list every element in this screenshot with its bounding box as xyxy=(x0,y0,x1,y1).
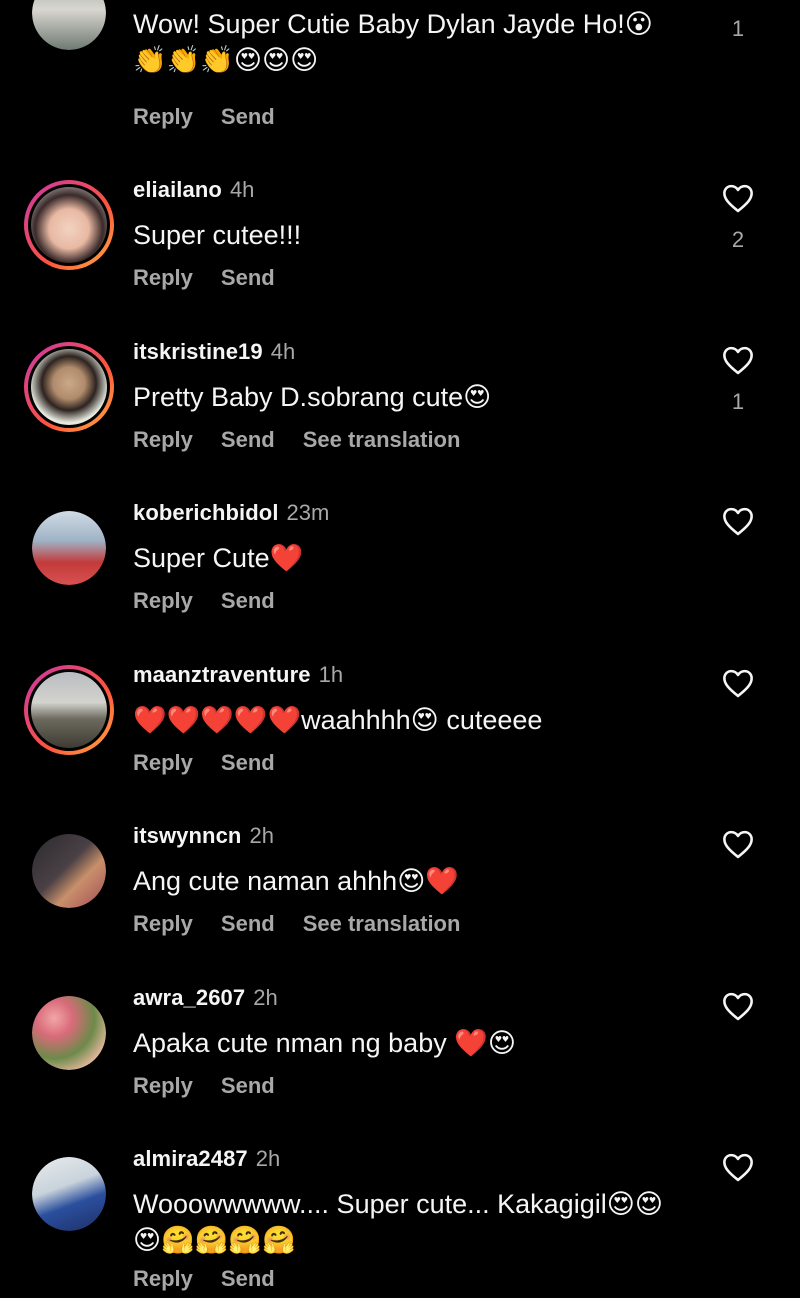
heart-outline-icon[interactable] xyxy=(721,183,755,213)
avatar[interactable] xyxy=(32,511,106,585)
see-translation-button[interactable]: See translation xyxy=(303,911,461,936)
comment-text: ❤️❤️❤️❤️❤️waahhhh😍 cuteeee xyxy=(133,705,543,735)
comment-meta: itskristine19 4h xyxy=(133,339,295,365)
comment-meta: awra_2607 2h xyxy=(133,985,278,1011)
comment-meta: maanztraventure 1h xyxy=(133,662,343,688)
reply-button[interactable]: Reply xyxy=(133,1073,193,1098)
reply-button[interactable]: Reply xyxy=(133,750,193,775)
username-link[interactable]: awra_2607 xyxy=(133,985,245,1010)
like-count: 1 xyxy=(731,389,745,414)
comment-actions: Reply Send xyxy=(133,1266,303,1292)
comment-actions: Reply Send xyxy=(133,588,303,614)
comment-text: Wooowwwww.... Super cute... Kakagigil😍😍 … xyxy=(133,1189,664,1256)
avatar[interactable] xyxy=(24,665,114,755)
comment-meta: koberichbidol 23m xyxy=(133,500,329,526)
reply-button[interactable]: Reply xyxy=(133,265,193,290)
heart-outline-icon[interactable] xyxy=(721,345,755,375)
comment-text: Apaka cute nman ng baby ❤️😍 xyxy=(133,1028,516,1058)
comment-meta: almira2487 2h xyxy=(133,1146,280,1172)
comment-actions: Reply Send xyxy=(133,1073,303,1099)
username-link[interactable]: eliailano xyxy=(133,177,222,202)
reply-button[interactable]: Reply xyxy=(133,911,193,936)
avatar[interactable] xyxy=(32,996,106,1070)
comment-text: Pretty Baby D.sobrang cute😍 xyxy=(133,382,492,412)
avatar[interactable] xyxy=(32,0,106,50)
send-button[interactable]: Send xyxy=(221,265,275,290)
reply-button[interactable]: Reply xyxy=(133,1266,193,1291)
send-button[interactable]: Send xyxy=(221,911,275,936)
comment-actions: Reply Send See translation xyxy=(133,911,488,937)
send-button[interactable]: Send xyxy=(221,750,275,775)
heart-outline-icon[interactable] xyxy=(721,506,755,536)
reply-button[interactable]: Reply xyxy=(133,427,193,452)
comment-actions: Reply Send xyxy=(133,750,303,776)
send-button[interactable]: Send xyxy=(221,427,275,452)
comment-text: Wow! Super Cutie Baby Dylan Jayde Ho!😮 👏… xyxy=(133,9,653,76)
reply-button[interactable]: Reply xyxy=(133,104,193,129)
comment-time: 4h xyxy=(270,339,296,364)
avatar[interactable] xyxy=(24,180,114,270)
send-button[interactable]: Send xyxy=(221,1073,275,1098)
comment-text: Super Cute❤️ xyxy=(133,543,304,573)
heart-outline-icon[interactable] xyxy=(721,991,755,1021)
comment-actions: Reply Send xyxy=(133,265,303,291)
see-translation-button[interactable]: See translation xyxy=(303,427,461,452)
comment-actions: Reply Send xyxy=(133,104,303,130)
comment-time: 2h xyxy=(253,985,278,1010)
comment-time: 2h xyxy=(249,823,274,848)
send-button[interactable]: Send xyxy=(221,104,275,129)
heart-outline-icon[interactable] xyxy=(721,829,755,859)
avatar[interactable] xyxy=(32,1157,106,1231)
comment-time: 1h xyxy=(318,662,344,687)
heart-outline-icon[interactable] xyxy=(721,1152,755,1182)
like-count: 1 xyxy=(731,16,745,41)
comment-time: 4h xyxy=(229,177,255,202)
username-link[interactable]: itswynncn xyxy=(133,823,241,848)
comment-meta: eliailano 4h xyxy=(133,177,254,203)
comment-time: 2h xyxy=(255,1146,281,1171)
username-link[interactable]: itskristine19 xyxy=(133,339,263,364)
avatar[interactable] xyxy=(24,342,114,432)
comment-meta: itswynncn 2h xyxy=(133,823,274,849)
reply-button[interactable]: Reply xyxy=(133,588,193,613)
comment-text: Super cutee!!! xyxy=(133,220,302,250)
heart-outline-icon[interactable] xyxy=(721,668,755,698)
send-button[interactable]: Send xyxy=(221,1266,275,1291)
username-link[interactable]: maanztraventure xyxy=(133,662,311,687)
send-button[interactable]: Send xyxy=(221,588,275,613)
comment-actions: Reply Send See translation xyxy=(133,427,488,453)
username-link[interactable]: almira2487 xyxy=(133,1146,248,1171)
username-link[interactable]: koberichbidol xyxy=(133,500,279,525)
comment-text: Ang cute naman ahhh😍❤️ xyxy=(133,866,459,896)
avatar[interactable] xyxy=(32,834,106,908)
like-count: 2 xyxy=(731,227,745,252)
comment-time: 23m xyxy=(286,500,330,525)
